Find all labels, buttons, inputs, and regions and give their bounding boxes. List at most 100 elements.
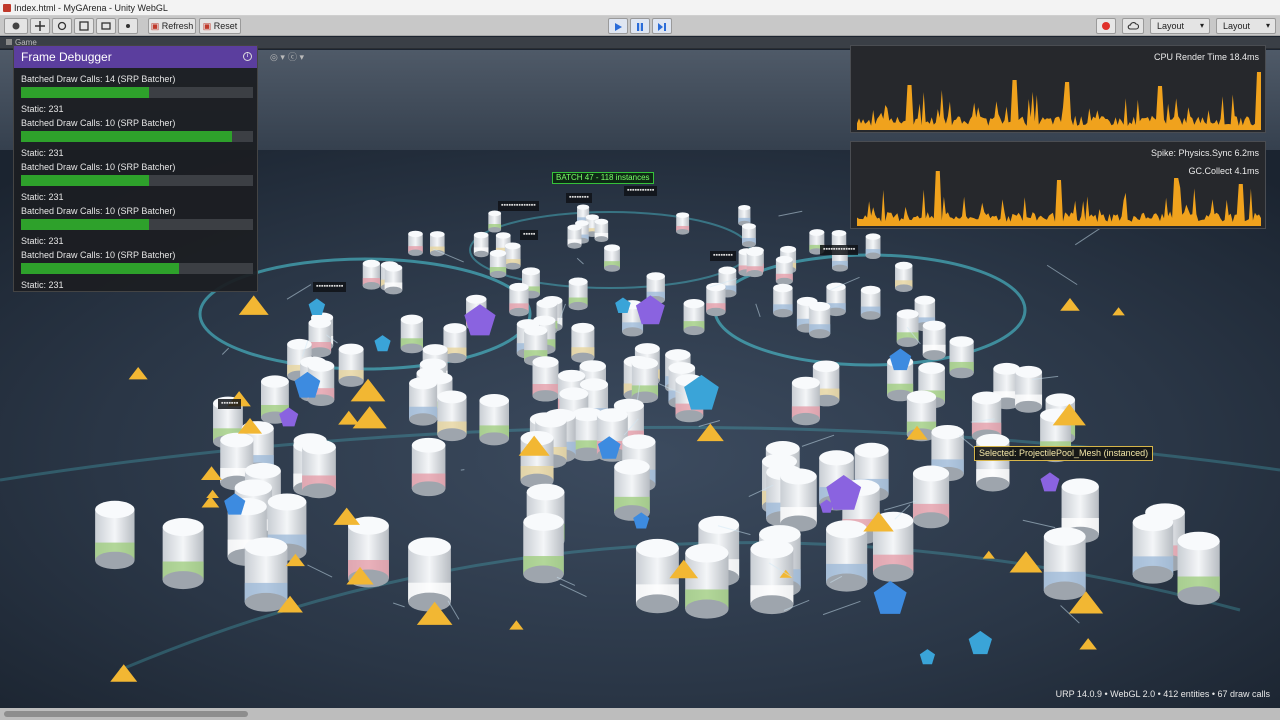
cylinder-object <box>949 336 974 379</box>
batch-label: Batched Draw Calls: 10 (SRP Batcher) <box>21 162 176 172</box>
batch-static: Static: 231 <box>21 192 64 202</box>
batch-row: Batched Draw Calls: 10 (SRP Batcher) Sta… <box>21 117 253 159</box>
world-label: ▪▪▪▪▪▪▪▪▪▪▪ <box>313 282 347 292</box>
window-title-bar: Index.html - MyGArena - Unity WebGL <box>0 0 1280 16</box>
scale-tool-button[interactable] <box>74 18 94 34</box>
record-icon <box>1102 22 1110 30</box>
step-button[interactable] <box>652 18 672 34</box>
cylinder-object <box>384 263 403 295</box>
cylinder-object <box>338 343 364 387</box>
cylinder-object <box>1015 365 1043 413</box>
batch-bar-track <box>21 87 253 98</box>
play-icon <box>615 23 622 31</box>
batch-label: Batched Draw Calls: 10 (SRP Batcher) <box>21 250 176 260</box>
world-label: ▪▪▪▪▪▪▪▪▪▪▪ <box>624 186 658 196</box>
world-label: ▪▪▪▪▪▪▪▪▪▪▪▪▪▪ <box>498 201 539 211</box>
cylinder-object <box>162 518 204 590</box>
play-button[interactable] <box>608 18 628 34</box>
world-label: ▪▪▪▪▪▪▪ <box>218 399 242 409</box>
cylinder-object <box>631 357 659 404</box>
game-icon <box>6 39 12 45</box>
gizmo-toggle[interactable]: ◎ ▾ <box>270 51 285 63</box>
cylinder-object <box>95 500 135 570</box>
cylinder-object <box>604 244 620 272</box>
rotate-tool-button[interactable] <box>52 18 72 34</box>
cylinder-object <box>488 210 502 233</box>
cylinder-object <box>409 377 438 426</box>
info-icon[interactable]: i <box>243 52 252 61</box>
cylinder-object <box>922 320 946 361</box>
cylinder-object <box>523 513 564 584</box>
cylinder-object <box>809 301 831 339</box>
cylinder-object <box>775 255 793 286</box>
cylinder-object <box>411 437 446 497</box>
transform-tool-button[interactable] <box>118 18 138 34</box>
horizontal-scrollbar[interactable] <box>0 708 1280 720</box>
transform-icon <box>126 24 130 28</box>
main-toolbar: ▣ Refresh ▣ Reset Layout ▾ Layout ▾ <box>0 16 1280 36</box>
cylinder-object <box>509 282 529 317</box>
cloud-icon <box>1127 22 1140 30</box>
pause-button[interactable] <box>630 18 650 34</box>
batch-row: Batched Draw Calls: 10 (SRP Batcher) Sta… <box>21 205 253 247</box>
rect-tool-button[interactable] <box>96 18 116 34</box>
batch-static: Static: 231 <box>21 280 64 290</box>
cloud-button[interactable] <box>1122 18 1144 34</box>
scrollbar-thumb[interactable] <box>4 711 248 717</box>
cylinder-object <box>568 277 588 311</box>
cylinder-object <box>437 390 467 442</box>
cylinder-object <box>773 283 793 318</box>
rotate-icon <box>57 21 67 31</box>
batch-row: Batched Draw Calls: 10 (SRP Batcher) Sta… <box>21 161 253 203</box>
cylinder-object <box>706 282 726 317</box>
cylinder-object <box>826 520 868 592</box>
view-tool-button[interactable] <box>4 18 28 34</box>
cylinder-object <box>741 223 756 248</box>
step-icon <box>658 23 666 31</box>
move-tool-button[interactable] <box>30 18 50 34</box>
record-button[interactable] <box>1096 18 1116 34</box>
batch-row: Batched Draw Calls: 14 (SRP Batcher) Sta… <box>21 73 253 115</box>
refresh-icon: ▣ <box>150 21 160 31</box>
cpu-render-graph-panel: CPU Render Time 18.4ms <box>850 45 1266 133</box>
hand-icon <box>12 22 20 30</box>
reset-button[interactable]: ▣ Reset <box>199 18 241 34</box>
batch-row: Batched Draw Calls: 10 (SRP Batcher) Sta… <box>21 249 253 291</box>
cylinder-object <box>738 204 751 227</box>
spike-graph-panel: Spike: Physics.Sync 6.2ms GC.Collect 4.1… <box>850 141 1266 229</box>
batch-tag: BATCH 47 - 118 instances <box>552 172 654 184</box>
world-label: ▪▪▪▪▪▪▪▪▪▪▪▪▪ <box>820 245 859 255</box>
cylinder-object <box>614 459 650 521</box>
cylinder-object <box>362 259 380 290</box>
world-label: ▪▪▪▪▪ <box>520 230 539 240</box>
graph-area <box>857 171 1261 226</box>
app-icon <box>3 4 11 12</box>
batch-bar-track <box>21 263 253 274</box>
batch-bar-fill <box>21 175 149 186</box>
cylinder-object <box>685 543 729 619</box>
gc-label: GC.Collect 4.1ms <box>1188 166 1259 176</box>
cylinder-object <box>473 231 489 258</box>
graph-area <box>857 72 1261 130</box>
camera-toggle[interactable]: ⓒ ▾ <box>288 51 304 63</box>
layout-dropdown[interactable]: Layout ▾ <box>1216 18 1276 34</box>
selected-object-tag: Selected: ProjectilePool_Mesh (instanced… <box>974 446 1154 461</box>
batch-bar-track <box>21 219 253 230</box>
cylinder-object <box>244 537 288 612</box>
cylinder-object <box>571 322 595 363</box>
cylinder-object <box>895 261 913 292</box>
move-icon <box>35 21 45 31</box>
layers-dropdown[interactable]: Layout ▾ <box>1150 18 1210 34</box>
cylinder-object <box>1132 513 1174 584</box>
cylinder-object <box>479 394 509 446</box>
reset-icon: ▣ <box>202 21 212 31</box>
cylinder-object <box>780 468 817 532</box>
batch-static: Static: 231 <box>21 148 64 158</box>
cylinder-object <box>408 230 423 256</box>
cylinder-object <box>683 299 705 336</box>
refresh-button[interactable]: ▣ Refresh <box>148 18 196 34</box>
batch-bar-track <box>21 175 253 186</box>
cpu-graph-label: CPU Render Time 18.4ms <box>1153 52 1259 62</box>
batch-static: Static: 231 <box>21 236 64 246</box>
cylinder-object <box>532 356 559 402</box>
